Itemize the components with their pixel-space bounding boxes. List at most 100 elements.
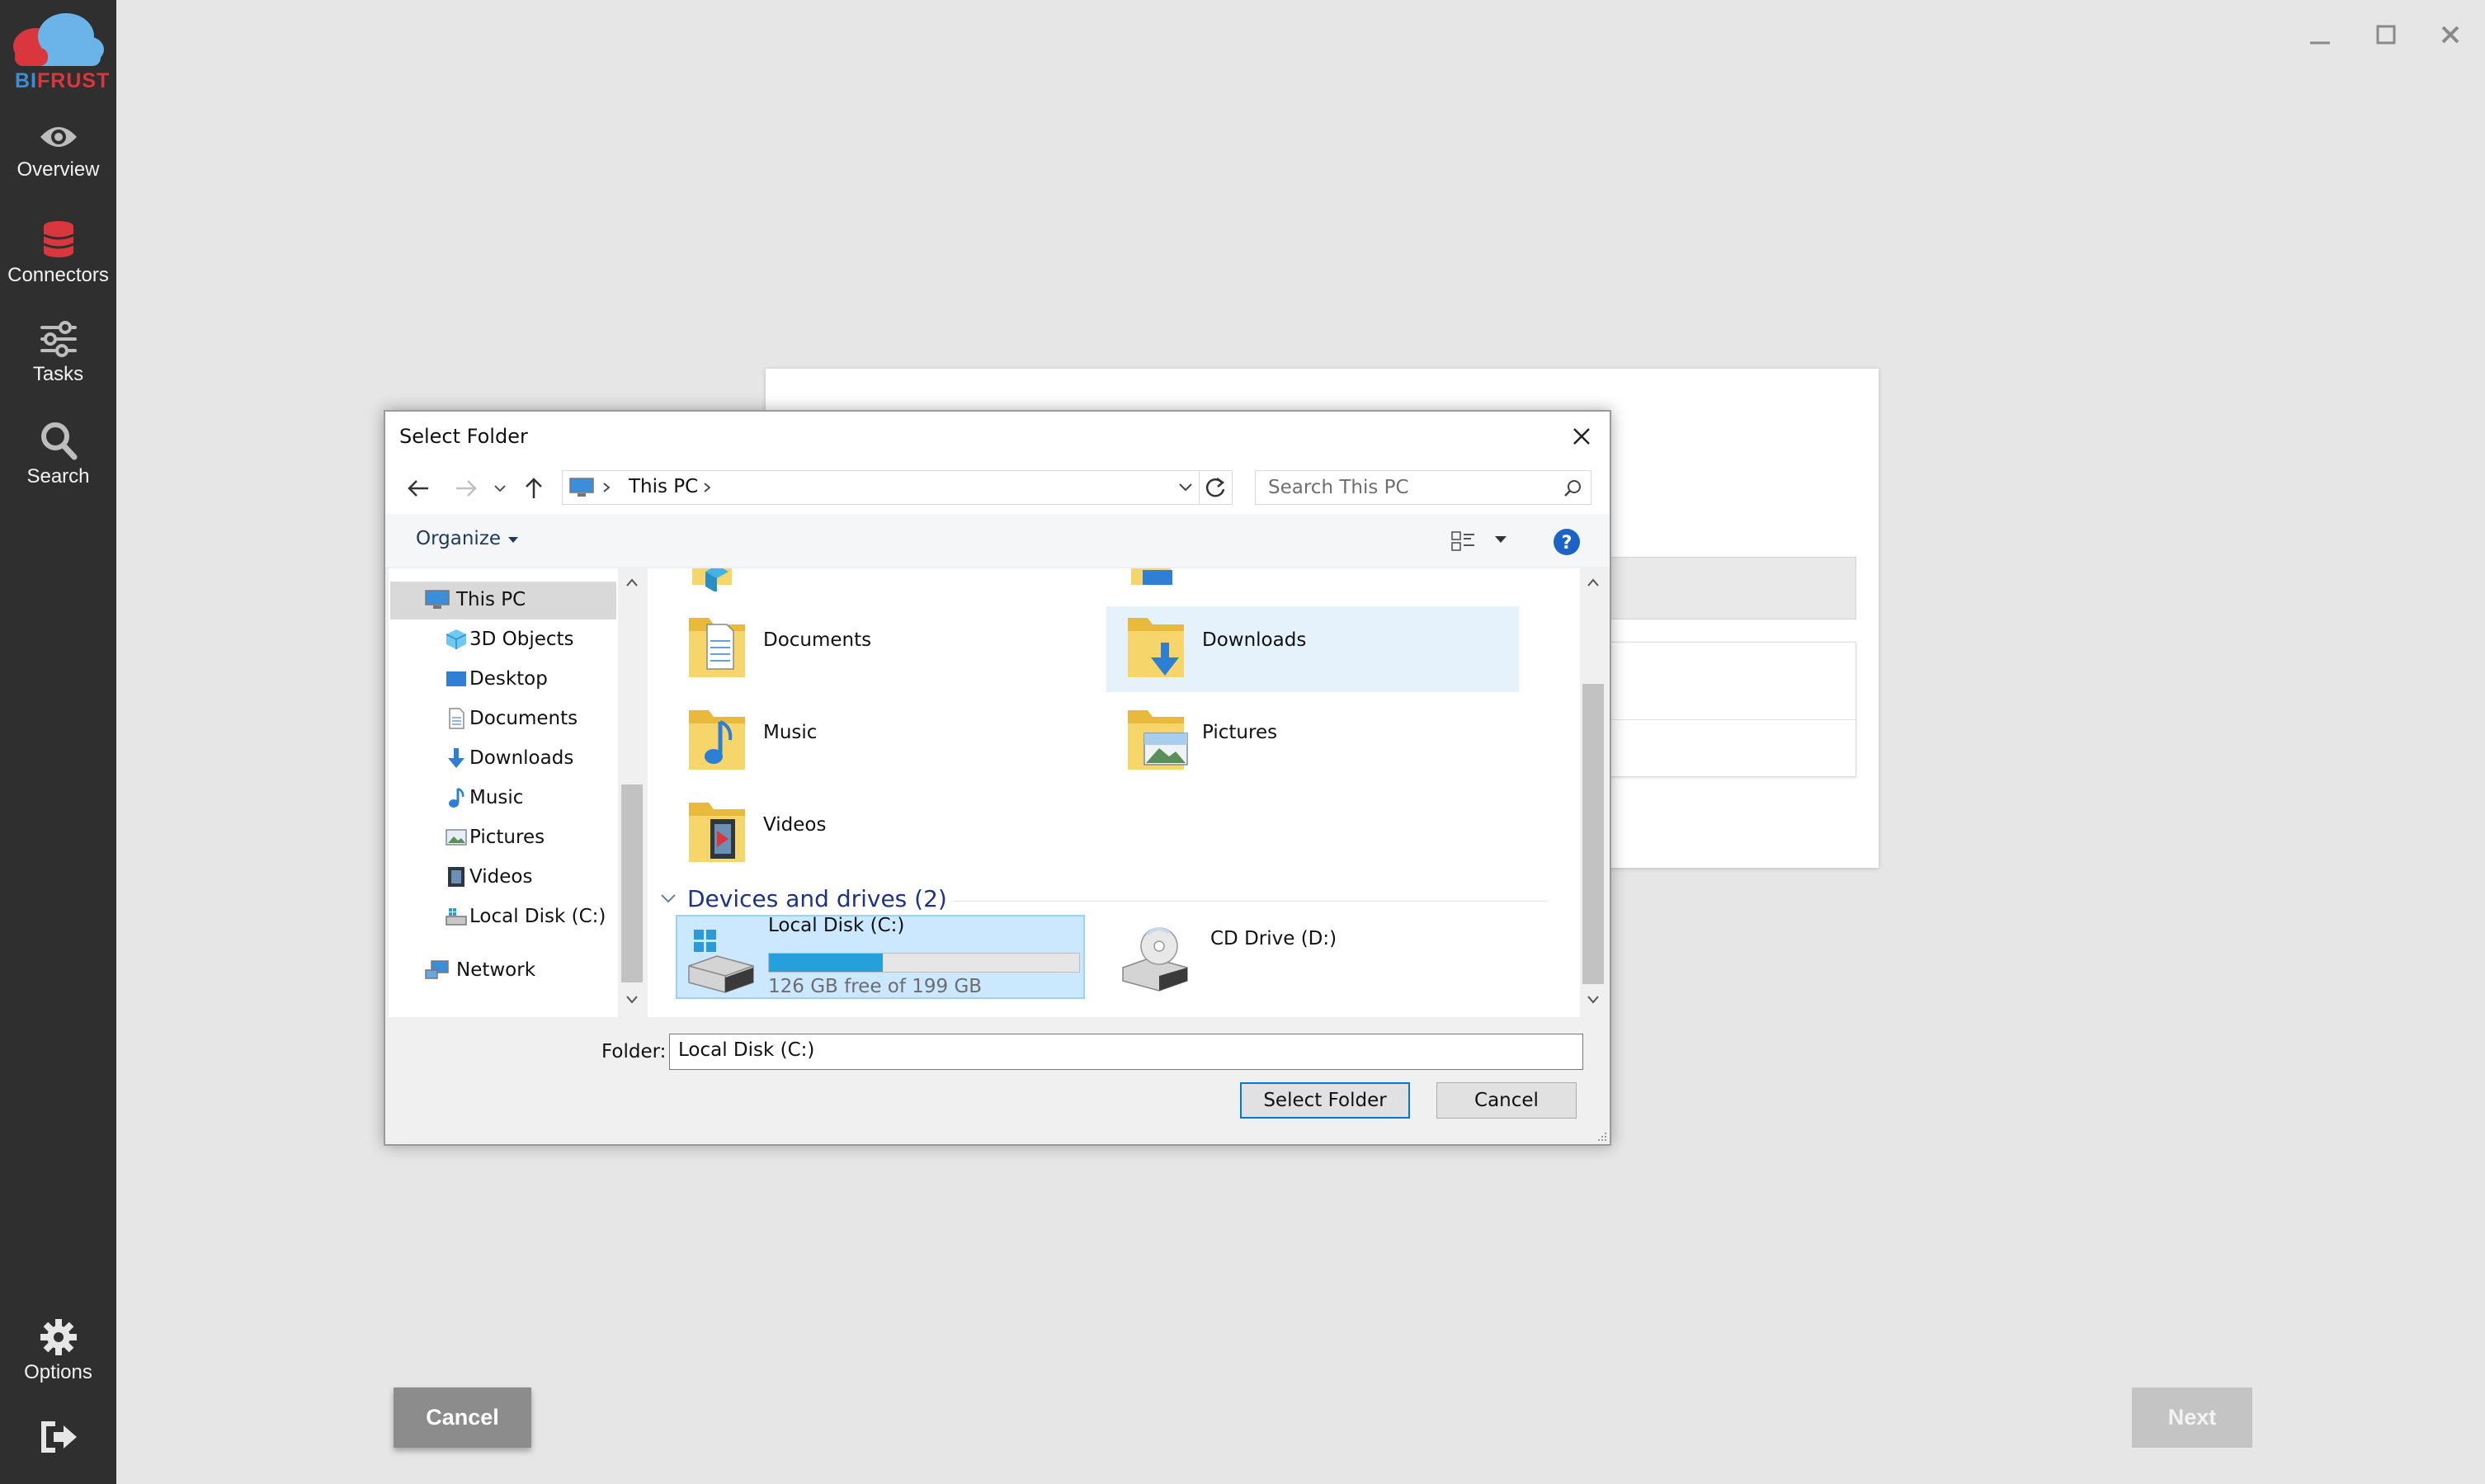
sidebar-item-connectors[interactable]: Connectors [0,219,116,287]
scroll-up-icon[interactable] [1586,577,1601,588]
drive-cd-drive[interactable]: CD Drive (D:) [1110,915,1440,999]
select-folder-dialog: Select Folder This PC Search This PC Org… [384,410,1611,1146]
tree-item-downloads[interactable]: Downloads [448,747,573,769]
pictures-folder-icon [1128,710,1188,770]
select-folder-button[interactable]: Select Folder [1240,1082,1410,1119]
next-button[interactable]: Next [2132,1387,2252,1448]
folder-documents[interactable]: Documents [687,610,871,685]
app-sidebar: BIFRUST Overview Connectors Tasks Search… [0,0,116,1484]
search-icon [40,422,77,460]
folder-input-value: Local Disk (C:) [678,1039,815,1061]
tree-item-local-disk[interactable]: Local Disk (C:) [446,906,606,927]
resize-grip-icon[interactable] [1595,1129,1608,1142]
forward-arrow-icon[interactable] [451,473,481,503]
scroll-down-icon[interactable] [1586,994,1601,1006]
sidebar-item-label: Overview [17,158,100,181]
sidebar-item-overview[interactable]: Overview [0,120,116,181]
search-placeholder: Search This PC [1268,477,1409,498]
folder-input[interactable]: Local Disk (C:) [669,1034,1583,1070]
drive-icon [446,908,467,926]
sidebar-item-options[interactable]: Options [0,1318,116,1384]
up-arrow-icon[interactable] [519,473,549,503]
scroll-up-icon[interactable] [625,577,639,588]
sidebar-item-logout[interactable] [0,1420,116,1458]
tree-item-this-pc[interactable]: This PC [425,589,526,610]
disk-usage-fill [769,954,883,972]
navigation-pane: This PC 3D Objects Desktop Documents Dow… [389,568,618,1017]
view-options-icon[interactable] [1450,529,1478,554]
wizard-input-field[interactable] [1592,557,1856,620]
3d-objects-folder-icon[interactable] [689,568,735,591]
folder-videos[interactable]: Videos [687,794,826,870]
downloads-folder-icon [1128,618,1184,677]
scroll-thumb[interactable] [621,784,643,982]
search-icon [1564,480,1581,497]
organize-menu[interactable]: Organize [416,528,520,549]
search-input[interactable]: Search This PC [1255,470,1591,505]
desktop-icon [446,671,466,686]
dialog-toolbar: Organize ? [385,514,1610,567]
drive-label: CD Drive (D:) [1210,928,1337,949]
close-icon[interactable] [1563,418,1600,455]
chevron-right-icon[interactable] [701,481,713,494]
logout-icon [40,1421,77,1453]
cancel-button[interactable]: Cancel [394,1387,531,1448]
maximize-icon[interactable] [2369,18,2402,51]
eye-icon [40,127,77,147]
database-icon [42,221,74,257]
cd-drive-icon [1122,927,1188,992]
scroll-thumb[interactable] [1582,684,1604,984]
navigation-scrollbar[interactable] [618,568,646,1017]
group-divider [953,901,1547,902]
help-icon[interactable]: ? [1552,527,1582,557]
dialog-title: Select Folder [399,425,528,448]
music-icon [449,787,464,808]
sidebar-item-search[interactable]: Search [0,421,116,488]
computer-icon [425,590,450,609]
folder-music[interactable]: Music [687,702,817,778]
address-bar: This PC Search This PC [385,461,1610,514]
tree-item-videos[interactable]: Videos [448,866,532,888]
devices-group-header[interactable]: Devices and drives (2) [687,885,947,912]
content-scrollbar[interactable] [1580,568,1606,1017]
sliders-icon [40,321,77,357]
refresh-icon[interactable] [1199,470,1233,505]
tree-item-desktop[interactable]: Desktop [446,668,548,690]
tree-item-3d-objects[interactable]: 3D Objects [446,629,574,650]
sidebar-item-label: Tasks [32,363,84,385]
scroll-down-icon[interactable] [625,994,639,1006]
network-icon [425,960,449,979]
gear-icon [40,1319,77,1355]
dialog-titlebar: Select Folder [385,412,1610,461]
sidebar-item-label: Options [24,1361,92,1383]
drive-label: Local Disk (C:) [768,915,905,936]
picture-icon [446,829,467,846]
tree-item-music[interactable]: Music [449,787,523,808]
recent-locations-chevron-icon[interactable] [491,473,509,503]
tree-item-documents[interactable]: Documents [449,708,578,729]
breadcrumb[interactable]: This PC [562,470,1200,505]
bifrust-logo: BIFRUST [7,10,109,92]
back-arrow-icon[interactable] [403,473,433,503]
view-dropdown-icon[interactable] [1492,534,1509,545]
dialog-cancel-button[interactable]: Cancel [1436,1082,1577,1119]
collapse-group-chevron-icon[interactable] [659,892,677,905]
svg-text:?: ? [1562,533,1573,554]
folder-pictures[interactable]: Pictures [1126,702,1277,778]
download-icon [448,748,464,768]
chevron-down-icon[interactable] [1177,480,1194,495]
folder-view: Documents Downloads Music Pictures Video… [648,568,1580,1017]
film-icon [448,867,464,887]
breadcrumb-item-this-pc[interactable]: This PC [629,476,698,497]
minimize-icon[interactable] [2303,18,2336,51]
cube-icon [446,629,467,649]
tree-item-network[interactable]: Network [425,959,535,981]
close-icon[interactable] [2434,18,2467,51]
videos-folder-icon [689,803,745,862]
wizard-list-panel [1592,642,1856,777]
logo-wordmark: BIFRUST [15,69,111,92]
tree-item-pictures[interactable]: Pictures [446,827,545,848]
folder-downloads[interactable]: Downloads [1126,610,1306,685]
desktop-folder-icon[interactable] [1128,568,1174,588]
sidebar-item-tasks[interactable]: Tasks [0,320,116,386]
